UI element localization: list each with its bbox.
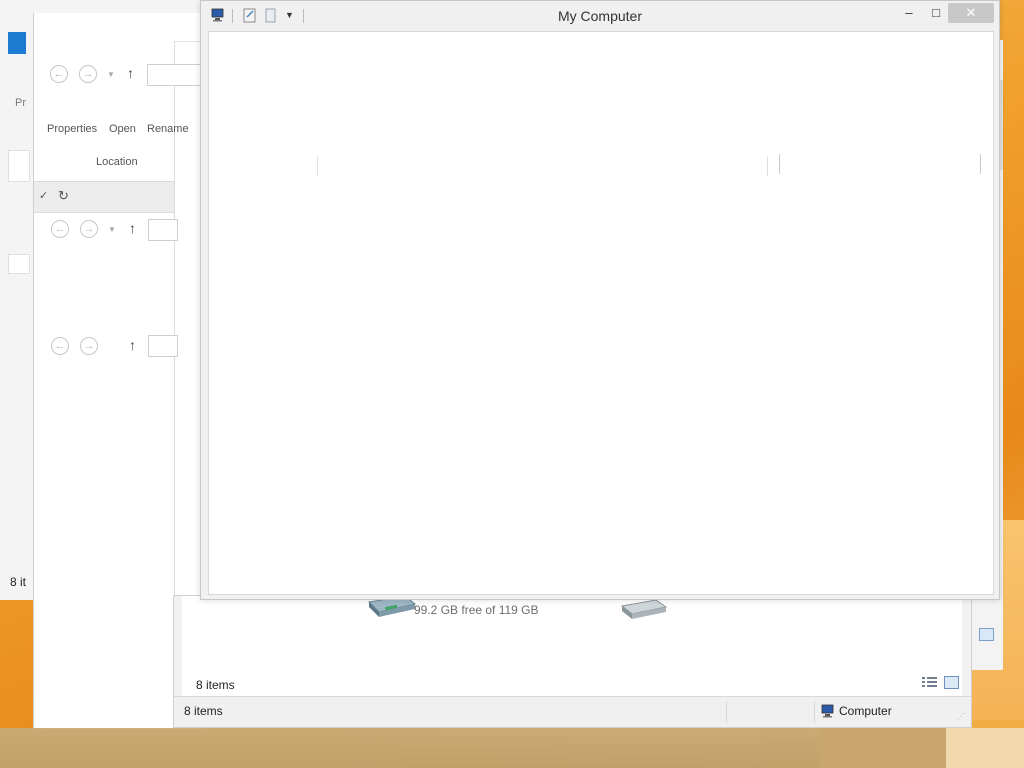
up-arrow-icon-3[interactable]: ↑	[129, 337, 136, 353]
ribbon-open-button[interactable]: Open	[109, 123, 136, 135]
window-title: My Computer	[557, 8, 643, 24]
divider-middle	[767, 156, 768, 176]
minimize-button[interactable]: –	[898, 3, 920, 23]
taskbar	[0, 728, 1024, 768]
close-button[interactable]: ✕	[948, 3, 994, 23]
forward-arrow-icon[interactable]: →	[79, 65, 97, 83]
back-arrow-icon-2[interactable]: ←	[51, 220, 69, 238]
dialog-client-area	[208, 31, 994, 595]
status-bar: 8 items Computer ⋰	[174, 696, 971, 727]
status-items-count: 8 items	[184, 704, 223, 718]
divider-left	[317, 156, 318, 176]
search-box[interactable]	[779, 154, 981, 174]
middle-title-bar[interactable]	[39, 13, 204, 42]
items-count-inner: 8 items	[196, 678, 235, 692]
front-explorer-window[interactable]: 99.2 GB free of 119 GB 8 items 8 items C…	[173, 595, 972, 728]
ribbon-rename-button[interactable]: Rename	[147, 123, 189, 135]
dropdown-check-icon[interactable]: ✓	[39, 189, 48, 202]
my-computer-window[interactable]: ▼ My Computer – □ ✕	[200, 0, 1000, 600]
middle-window-body: ← → ▼ ↑ Properties Open Rename Location …	[34, 41, 204, 729]
back-address-field[interactable]	[8, 254, 30, 274]
address-toolbar-strip: ✓ ↻	[34, 181, 174, 213]
back-nav-button[interactable]	[8, 150, 30, 182]
resize-grip-icon[interactable]: ⋰	[957, 712, 965, 721]
address-bar-3[interactable]	[148, 335, 178, 357]
status-separator	[726, 701, 727, 723]
front-content-pane: 99.2 GB free of 119 GB 8 items	[182, 596, 962, 696]
back-arrow-icon-3[interactable]: ←	[51, 337, 69, 355]
back-arrow-icon[interactable]: ←	[50, 65, 68, 83]
up-arrow-icon-2[interactable]: ↑	[129, 220, 136, 236]
status-separator-2	[814, 701, 815, 723]
recent-locations-dropdown-icon[interactable]: ▼	[107, 70, 115, 79]
address-bar-2[interactable]	[148, 219, 178, 241]
removable-drive-icon[interactable]	[620, 598, 670, 620]
back-label-fragment: Pr	[15, 97, 26, 109]
status-location: Computer	[839, 704, 892, 718]
refresh-icon[interactable]: ↻	[58, 188, 69, 204]
large-icons-view-icon[interactable]	[979, 628, 994, 641]
forward-arrow-icon-2[interactable]: →	[80, 220, 98, 238]
large-icons-view-icon-2[interactable]	[944, 676, 959, 689]
computer-icon	[821, 704, 834, 718]
ribbon-properties-button[interactable]: Properties	[47, 123, 97, 135]
show-desktop-area[interactable]	[946, 728, 1024, 768]
details-view-icon[interactable]	[922, 676, 937, 689]
back-status-items: 8 it	[10, 575, 27, 589]
taskbar-tray-area[interactable]	[820, 728, 946, 768]
dialog-title-bar[interactable]: ▼ My Computer – □ ✕	[201, 1, 999, 31]
maximize-button[interactable]: □	[925, 3, 947, 23]
ribbon-group-location: Location	[96, 156, 138, 168]
ribbon-file-tab[interactable]	[8, 32, 26, 54]
recent-locations-dropdown-icon-2[interactable]: ▼	[108, 225, 116, 234]
drive-free-space: 99.2 GB free of 119 GB	[414, 603, 539, 617]
address-bar[interactable]	[147, 64, 204, 86]
forward-arrow-icon-3[interactable]: →	[80, 337, 98, 355]
up-arrow-icon[interactable]: ↑	[127, 65, 134, 81]
